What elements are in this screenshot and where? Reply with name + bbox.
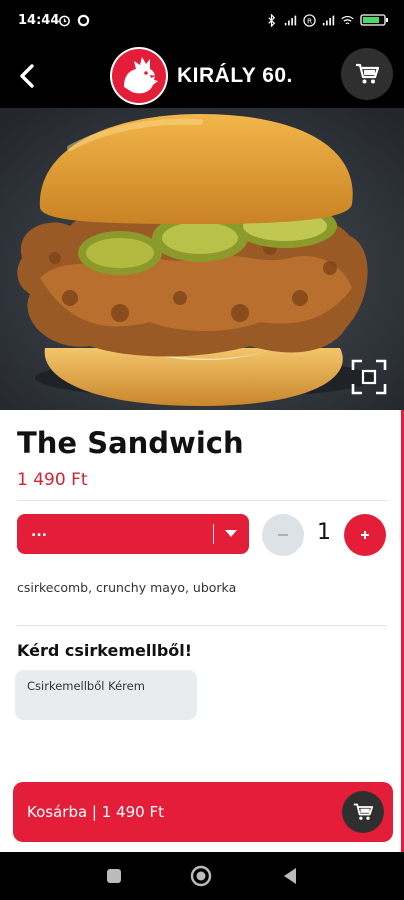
status-left-icons [58, 14, 90, 27]
nav-home-icon [190, 865, 212, 887]
nav-back-button[interactable] [278, 864, 302, 888]
sandwich-illustration [0, 108, 404, 410]
roaming-icon: R [303, 13, 316, 27]
select-separator [213, 524, 214, 544]
brand: KIRÁLY 60. [110, 46, 293, 106]
quantity-decrease-button[interactable] [262, 514, 304, 556]
nav-home-button[interactable] [189, 864, 213, 888]
add-to-cart-button[interactable]: Kosárba | 1 490 Ft [13, 782, 393, 842]
rooster-logo-icon [112, 49, 166, 103]
nav-back-icon [284, 868, 296, 884]
bluetooth-icon [268, 13, 276, 27]
status-right-icons: R [265, 13, 390, 27]
variant-select[interactable]: ... [17, 514, 249, 554]
signal-icon [284, 15, 297, 25]
cart-icon [353, 803, 374, 820]
status-time: 14:44 [18, 13, 60, 28]
wifi-icon [341, 15, 354, 24]
battery-icon [360, 14, 388, 26]
divider [17, 625, 387, 626]
signal-2-icon [322, 15, 335, 25]
quantity-increase-button[interactable] [344, 514, 386, 556]
fullscreen-button[interactable] [350, 358, 388, 396]
product-ingredients: csirkecomb, crunchy mayo, uborka [17, 580, 237, 595]
add-to-cart-icon-wrap [342, 791, 384, 833]
system-nav-bar [0, 852, 404, 900]
back-arrow-icon [20, 64, 34, 88]
variant-select-value: ... [31, 524, 47, 540]
product-image [0, 108, 404, 410]
product-title: The Sandwich [17, 426, 244, 460]
option-choice-label: Csirkemellből Kérem [27, 679, 145, 693]
brand-logo [110, 47, 168, 105]
back-button[interactable] [14, 58, 42, 94]
nav-recent-icon [107, 869, 121, 883]
status-bar: 14:44 R [0, 0, 404, 44]
product-price: 1 490 Ft [17, 470, 88, 490]
app-header: KIRÁLY 60. [0, 44, 404, 108]
alarm-icon [59, 15, 70, 27]
nav-recent-button[interactable] [102, 864, 126, 888]
sync-icon [77, 14, 90, 27]
cart-icon [356, 63, 380, 84]
option-section-title: Kérd csirkemellből! [17, 641, 193, 660]
option-choice[interactable]: Csirkemellből Kérem [15, 670, 197, 720]
add-to-cart-label: Kosárba | 1 490 Ft [27, 803, 164, 821]
svg-text:R: R [307, 16, 312, 25]
quantity-value: 1 [317, 520, 331, 545]
header-cart-button[interactable] [341, 48, 393, 100]
divider [17, 500, 387, 501]
fullscreen-icon [351, 359, 387, 395]
brand-name: KIRÁLY 60. [177, 64, 293, 87]
chevron-down-icon [225, 530, 237, 537]
